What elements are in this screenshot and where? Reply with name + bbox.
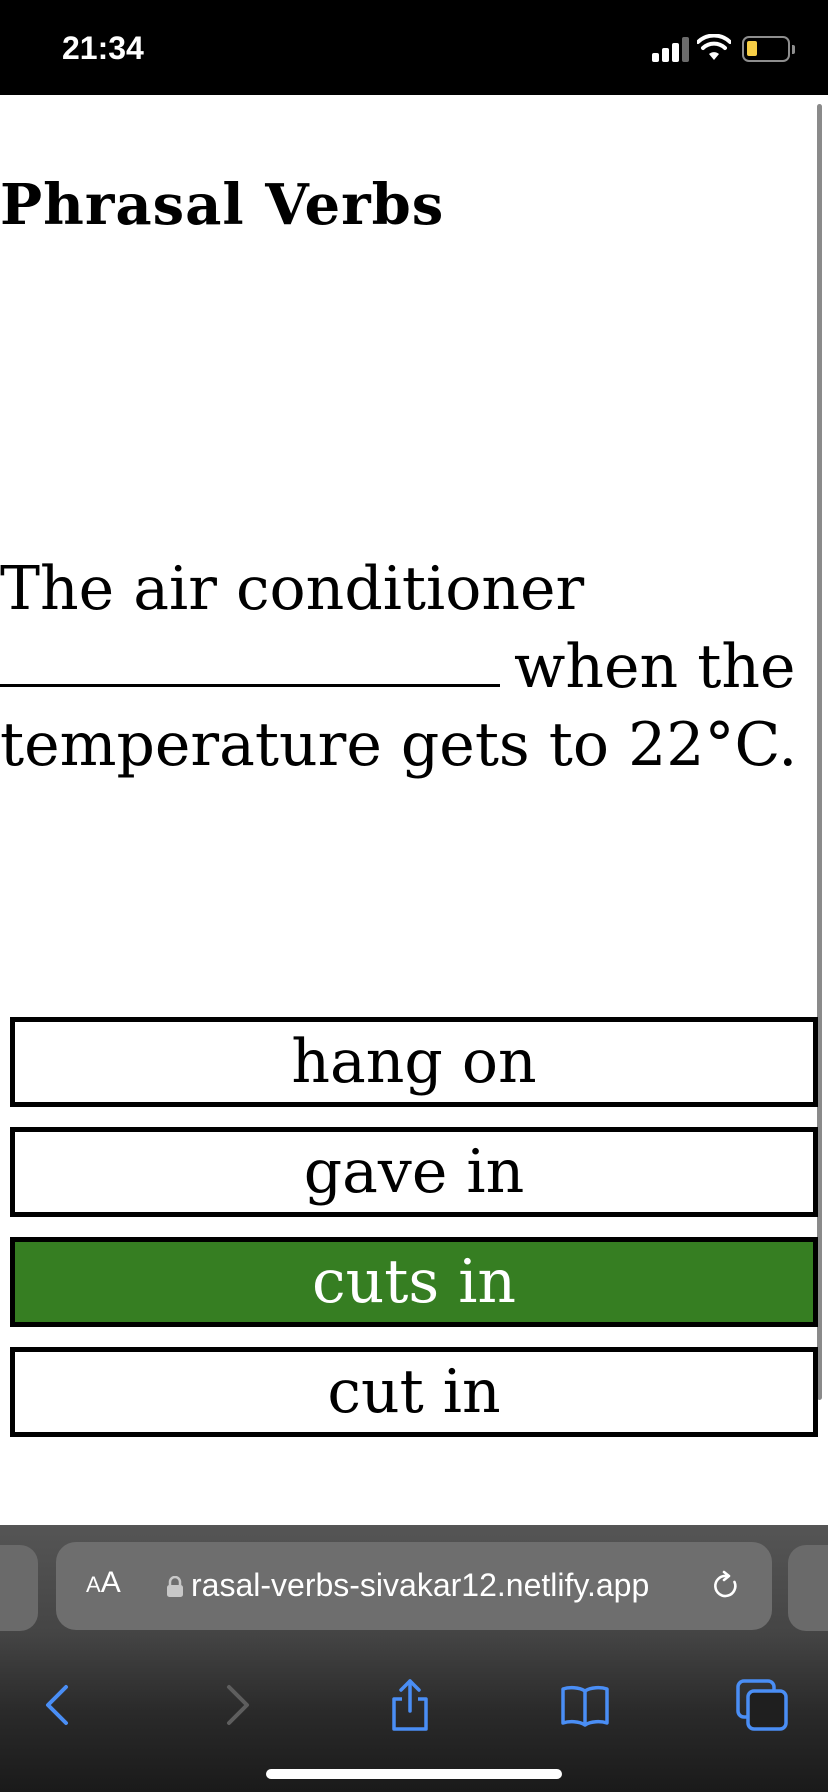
previous-tab-preview[interactable] (0, 1545, 38, 1631)
reader-options-button[interactable]: AA (86, 1566, 121, 1600)
tabs-icon[interactable] (732, 1675, 792, 1735)
question-line-2-text: when the (514, 632, 796, 702)
answer-blank (0, 629, 500, 687)
next-tab-preview[interactable] (788, 1545, 828, 1631)
answer-options: hang on gave in cuts in cut in (10, 1017, 818, 1457)
back-icon[interactable] (28, 1675, 88, 1735)
share-icon[interactable] (380, 1675, 440, 1735)
status-bar: 21:34 (0, 0, 828, 95)
reload-icon[interactable] (710, 1570, 742, 1602)
question-line-2: when the (0, 628, 800, 706)
battery-icon (742, 36, 790, 62)
status-time: 21:34 (62, 30, 144, 66)
aa-big-letter: A (100, 1566, 121, 1599)
address-bar[interactable]: AA rasal-verbs-sivakar12.netlify.app (56, 1542, 772, 1630)
home-indicator[interactable] (266, 1769, 562, 1779)
page-title: Phrasal Verbs (0, 172, 445, 238)
option-cuts-in[interactable]: cuts in (10, 1237, 818, 1327)
battery-tip (792, 45, 795, 54)
wifi-icon (697, 34, 731, 60)
forward-icon[interactable] (207, 1675, 267, 1735)
option-cut-in[interactable]: cut in (10, 1347, 818, 1437)
url-text[interactable]: rasal-verbs-sivakar12.netlify.app (191, 1567, 736, 1604)
lock-icon (167, 1576, 183, 1597)
question-line-3: temperature gets to 22°C. (0, 710, 798, 780)
question-text: The air conditioner when the temperature… (0, 550, 800, 784)
option-gave-in[interactable]: gave in (10, 1127, 818, 1217)
option-hang-on[interactable]: hang on (10, 1017, 818, 1107)
cellular-signal-icon (652, 36, 690, 62)
question-line-1: The air conditioner (0, 554, 585, 624)
browser-bar: AA rasal-verbs-sivakar12.netlify.app (0, 1525, 828, 1792)
aa-small-letter: A (86, 1572, 101, 1597)
bookmarks-icon[interactable] (555, 1675, 615, 1735)
